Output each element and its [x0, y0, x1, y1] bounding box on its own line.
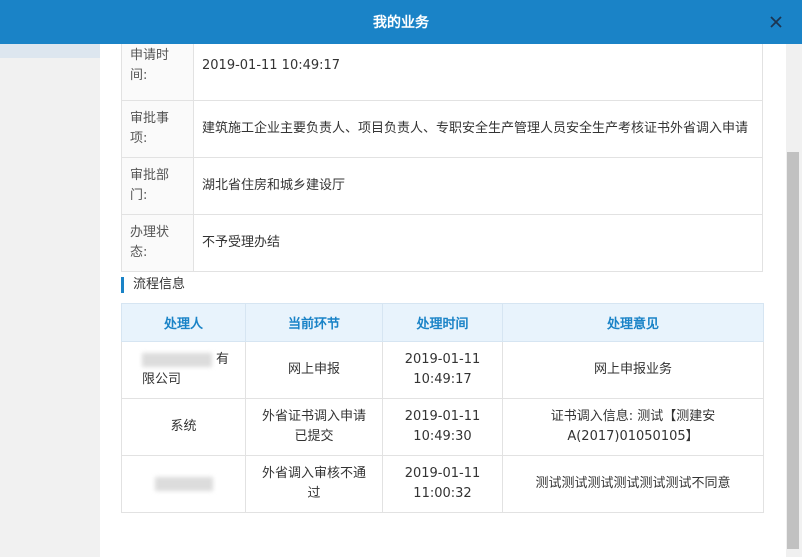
- table-row: 外省调入审核不通过 2019-01-11 11:00:32 测试测试测试测试测试…: [121, 455, 764, 513]
- time-cell: 2019-01-11 10:49:17: [382, 341, 503, 399]
- table-row: 有限公司 网上申报 2019-01-11 10:49:17 网上申报业务: [121, 341, 764, 399]
- step-cell: 网上申报: [245, 341, 383, 399]
- my-business-modal: 我的业务 申请时间: 2019-01-11 10:49:17 审批事项: 建筑施…: [0, 0, 802, 557]
- info-label: 办理状态:: [121, 214, 194, 272]
- modal-header: 我的业务: [0, 0, 802, 44]
- process-header-row: 处理人 当前环节 处理时间 处理意见: [121, 303, 764, 342]
- column-header-handler: 处理人: [121, 303, 246, 342]
- info-label: 审批部门:: [121, 157, 194, 215]
- redacted-name: [154, 476, 213, 491]
- info-label: 审批事项:: [121, 100, 194, 158]
- modal-body: 申请时间: 2019-01-11 10:49:17 审批事项: 建筑施工企业主要…: [100, 44, 786, 557]
- info-row: 申请时间: 2019-01-11 10:49:17: [121, 44, 763, 101]
- info-label: 申请时间:: [121, 44, 194, 101]
- close-icon: [770, 16, 782, 28]
- info-value: 建筑施工企业主要负责人、项目负责人、专职安全生产管理人员安全生产考核证书外省调入…: [193, 100, 763, 158]
- info-row: 审批事项: 建筑施工企业主要负责人、项目负责人、专职安全生产管理人员安全生产考核…: [121, 100, 763, 158]
- handler-cell: 系统: [121, 398, 246, 456]
- process-table: 处理人 当前环节 处理时间 处理意见 有限公司 网上申报 2019-01-11 …: [121, 303, 764, 513]
- info-row: 办理状态: 不予受理办结: [121, 214, 763, 272]
- column-header-opinion: 处理意见: [502, 303, 764, 342]
- redacted-name: [142, 352, 212, 367]
- scrollbar-thumb[interactable]: [787, 152, 799, 549]
- opinion-cell: 证书调入信息: 测试【测建安A(2017)01050105】: [502, 398, 764, 456]
- step-cell: 外省调入审核不通过: [245, 455, 383, 513]
- table-row: 系统 外省证书调入申请已提交 2019-01-11 10:49:30 证书调入信…: [121, 398, 764, 456]
- opinion-cell: 测试测试测试测试测试测试不同意: [502, 455, 764, 513]
- handler-cell: 有限公司: [121, 341, 246, 399]
- column-header-step: 当前环节: [245, 303, 383, 342]
- time-cell: 2019-01-11 10:49:30: [382, 398, 503, 456]
- time-cell: 2019-01-11 11:00:32: [382, 455, 503, 513]
- handler-cell: [121, 455, 246, 513]
- info-value: 2019-01-11 10:49:17: [193, 44, 763, 101]
- modal-scrollbar[interactable]: [786, 44, 800, 557]
- info-row: 审批部门: 湖北省住房和城乡建设厅: [121, 157, 763, 215]
- step-cell: 外省证书调入申请已提交: [245, 398, 383, 456]
- column-header-time: 处理时间: [382, 303, 503, 342]
- process-section-title: 流程信息: [121, 277, 185, 293]
- opinion-cell: 网上申报业务: [502, 341, 764, 399]
- modal-title: 我的业务: [373, 15, 429, 31]
- info-value: 不予受理办结: [193, 214, 763, 272]
- info-value: 湖北省住房和城乡建设厅: [193, 157, 763, 215]
- business-info-table: 申请时间: 2019-01-11 10:49:17 审批事项: 建筑施工企业主要…: [121, 44, 763, 272]
- close-button[interactable]: [766, 12, 786, 32]
